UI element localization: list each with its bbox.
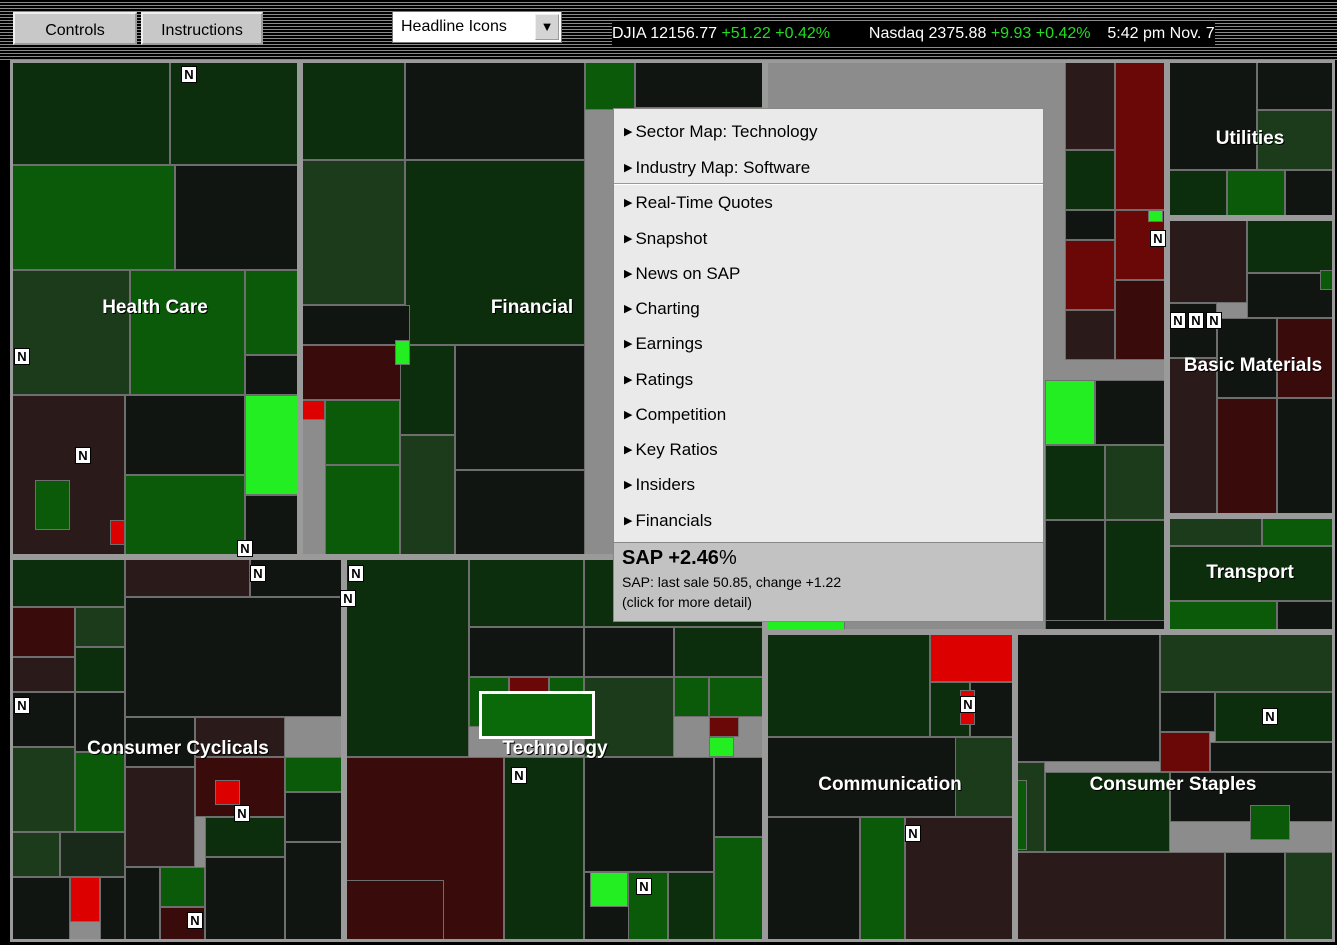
menu-item-earnings[interactable]: Earnings <box>624 334 702 354</box>
sector-label-health-care: Health Care <box>102 297 208 318</box>
menu-item-insiders[interactable]: Insiders <box>624 475 695 495</box>
news-icon[interactable]: N <box>237 540 253 557</box>
news-icon[interactable]: N <box>1206 312 1222 329</box>
menu-item-financials[interactable]: Financials <box>624 511 712 531</box>
stock-headline: SAP +2.46% <box>622 547 737 570</box>
news-icon[interactable]: N <box>1262 708 1278 725</box>
news-icon[interactable]: N <box>1150 230 1166 247</box>
stock-context-menu[interactable]: Sector Map: Technology Industry Map: Sof… <box>613 108 1044 622</box>
date-display: Nov. 7 <box>1169 25 1215 42</box>
news-icon[interactable]: N <box>14 348 30 365</box>
stock-detail: SAP: last sale 50.85, change +1.22 <box>622 574 842 590</box>
sector-label-transport: Transport <box>1206 562 1294 583</box>
menu-item-competition[interactable]: Competition <box>624 405 726 425</box>
news-icon[interactable]: N <box>75 447 91 464</box>
instructions-button[interactable]: Instructions <box>141 12 263 45</box>
sector-label-communication: Communication <box>818 774 962 795</box>
news-icon[interactable]: N <box>181 66 197 83</box>
selected-stock-tile[interactable] <box>479 691 595 739</box>
menu-item-snapshot[interactable]: Snapshot <box>624 229 707 249</box>
nasdaq-value: 2375.88 <box>928 25 987 42</box>
news-icon[interactable]: N <box>511 767 527 784</box>
stock-percent-sign: % <box>718 547 737 569</box>
news-icon[interactable]: N <box>187 912 203 929</box>
news-icon[interactable]: N <box>250 565 266 582</box>
nasdaq-change: +9.93 <box>990 25 1032 42</box>
news-icon[interactable]: N <box>1170 312 1186 329</box>
menu-item-industry-map[interactable]: Industry Map: Software <box>624 158 810 178</box>
stock-symbol: SAP <box>622 547 663 569</box>
sector-label-basic-materials: Basic Materials <box>1183 355 1323 376</box>
menu-item-news[interactable]: News on SAP <box>624 264 740 284</box>
menu-item-ratings[interactable]: Ratings <box>624 370 693 390</box>
djia-change: +51.22 <box>721 25 771 42</box>
menu-item-key-ratios[interactable]: Key Ratios <box>624 440 717 460</box>
menu-item-charting[interactable]: Charting <box>624 299 699 319</box>
top-toolbar: Controls Instructions Headline Icons ▼ D… <box>0 0 1337 60</box>
djia-value: 12156.77 <box>650 25 717 42</box>
sector-label-consumer-cyclicals: Consumer Cyclicals <box>87 738 269 759</box>
news-icon[interactable]: N <box>234 805 250 822</box>
sector-label-utilities: Utilities <box>1215 128 1285 149</box>
sector-label-technology: Technology <box>502 738 608 759</box>
menu-separator <box>614 183 1043 185</box>
click-hint: (click for more detail) <box>622 594 752 610</box>
djia-label: DJIA <box>612 25 646 42</box>
controls-button[interactable]: Controls <box>13 12 137 45</box>
view-mode-value: Headline Icons <box>401 18 507 35</box>
nasdaq-label: Nasdaq <box>868 25 925 42</box>
news-icon[interactable]: N <box>340 590 356 607</box>
menu-item-real-time-quotes[interactable]: Real-Time Quotes <box>624 193 772 213</box>
time-display: 5:42 pm <box>1107 25 1166 42</box>
djia-percent: +0.42% <box>775 25 830 42</box>
chevron-down-icon[interactable]: ▼ <box>535 14 559 40</box>
news-icon[interactable]: N <box>1188 312 1204 329</box>
news-icon[interactable]: N <box>960 696 976 713</box>
news-icon[interactable]: N <box>905 825 921 842</box>
market-ticker: DJIA 12156.77 +51.22 +0.42% Nasdaq 2375.… <box>612 22 1215 46</box>
news-icon[interactable]: N <box>636 878 652 895</box>
menu-item-sector-map[interactable]: Sector Map: Technology <box>624 122 817 142</box>
sector-label-consumer-staples: Consumer Staples <box>1089 774 1257 795</box>
stock-summary-panel[interactable]: SAP +2.46% SAP: last sale 50.85, change … <box>614 542 1043 621</box>
nasdaq-percent: +0.42% <box>1035 25 1091 42</box>
stock-percent: +2.46 <box>668 547 719 569</box>
news-icon[interactable]: N <box>14 697 30 714</box>
view-mode-dropdown[interactable]: Headline Icons ▼ <box>392 11 562 43</box>
news-icon[interactable]: N <box>348 565 364 582</box>
sector-label-financial: Financial <box>490 297 574 318</box>
